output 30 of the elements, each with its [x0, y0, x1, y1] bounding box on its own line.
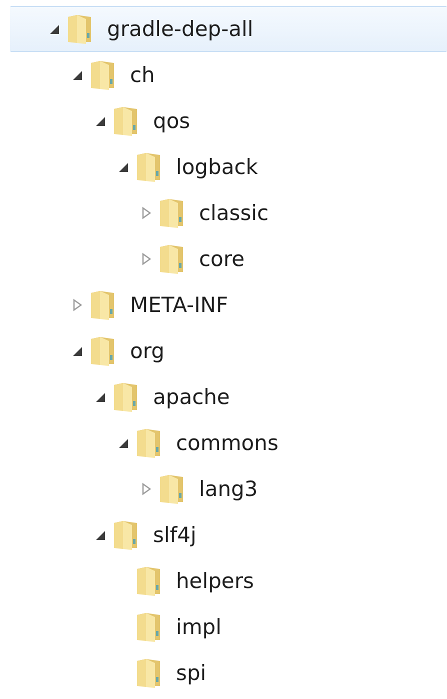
tree-row[interactable]: impl: [10, 604, 447, 650]
folder-name: core: [199, 247, 244, 271]
tree-row[interactable]: spi: [10, 650, 447, 696]
tree-row[interactable]: apache: [10, 374, 447, 420]
tree-row[interactable]: qos: [10, 98, 447, 144]
folder-name: helpers: [176, 569, 254, 593]
tree-row[interactable]: org: [10, 328, 447, 374]
folder-name: impl: [176, 615, 222, 639]
folder-name: apache: [153, 385, 230, 409]
tree-row[interactable]: commons: [10, 420, 447, 466]
folder-name: slf4j: [153, 523, 196, 547]
tree-row[interactable]: classic: [10, 190, 447, 236]
tree-row[interactable]: META-INF: [10, 282, 447, 328]
folder-name: logback: [176, 155, 258, 179]
folder-name: qos: [153, 109, 190, 133]
folder-name: ch: [130, 63, 155, 87]
folder-name: org: [130, 339, 164, 363]
folder-name: commons: [176, 431, 278, 455]
tree-row[interactable]: ch: [10, 52, 447, 98]
folder-name: gradle-dep-all: [107, 17, 254, 41]
tree-row[interactable]: logback: [10, 144, 447, 190]
tree-row[interactable]: gradle-dep-all: [10, 6, 447, 52]
tree-row[interactable]: core: [10, 236, 447, 282]
folder-name: spi: [176, 661, 206, 685]
folder-name: lang3: [199, 477, 258, 501]
folder-name: META-INF: [130, 293, 228, 317]
tree-row[interactable]: lang3: [10, 466, 447, 512]
folder-name: classic: [199, 201, 269, 225]
tree-row[interactable]: helpers: [10, 558, 447, 604]
tree-row[interactable]: slf4j: [10, 512, 447, 558]
